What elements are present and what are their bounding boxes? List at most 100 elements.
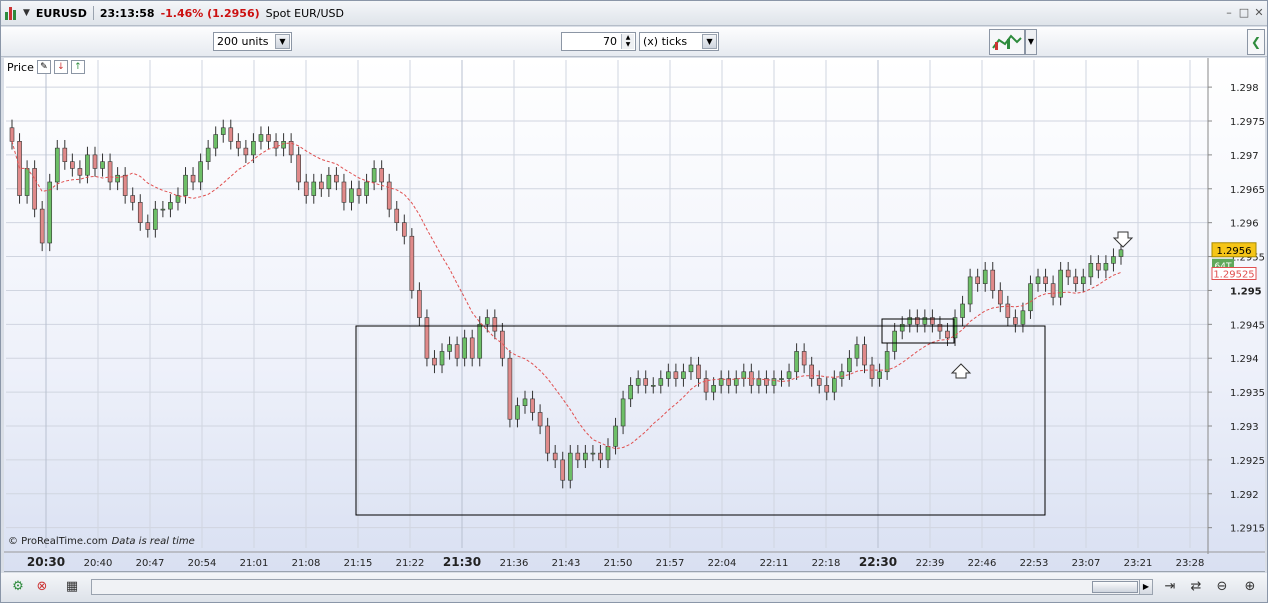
candle-body [1035, 276, 1041, 284]
x-tick-label: 22:53 [1020, 558, 1049, 569]
candle-body [484, 317, 490, 325]
candle-body [492, 317, 498, 332]
toolbar: 200 units ▼ 70 ▲ ▼ (x) ticks ▼ ▼ ❮ [1, 27, 1267, 57]
y-tick-label: 1.2935 [1230, 388, 1265, 399]
fit-screen-icon[interactable]: ⇄ [1187, 578, 1205, 596]
app-window: ▼ EURUSD 23:13:58 -1.46% (1.2956) Spot E… [0, 0, 1268, 603]
ticks-unit-select[interactable]: (x) ticks ▼ [639, 32, 719, 51]
y-tick-label: 1.2945 [1230, 320, 1265, 331]
y-tick-label: 1.293 [1230, 422, 1259, 433]
calculator-icon[interactable]: ▦ [63, 578, 81, 596]
candle-body [515, 405, 520, 420]
bottom-bar: ⚙ ⊗ ▦ ◀ ▶ ⇥ ⇄ ⊖ ⊕ [1, 573, 1267, 602]
y-tick-label: 1.295 [1230, 286, 1262, 297]
candle-body [326, 174, 332, 190]
properties-icon[interactable]: ⊗ [33, 578, 51, 596]
candle-body [303, 181, 309, 196]
candle-body [522, 398, 528, 406]
candle-body [884, 351, 890, 373]
candle-body [145, 222, 151, 230]
candle-body [32, 168, 37, 210]
candle-body [9, 127, 15, 142]
price-chart[interactable]: 1.2981.29751.2971.29651.2961.29551.2951.… [4, 58, 1265, 572]
zoom-out-icon[interactable]: ⊖ [1213, 578, 1231, 596]
candle-body [545, 425, 550, 454]
candle-body [432, 357, 437, 366]
x-tick-label: 21:43 [552, 558, 581, 569]
candle-body [847, 357, 852, 373]
skip-end-icon[interactable]: ⇥ [1161, 578, 1179, 596]
symbol-label[interactable]: EURUSD [36, 7, 87, 20]
candle-body [658, 378, 664, 386]
divider [92, 6, 94, 20]
x-tick-label: 21:36 [500, 558, 529, 569]
candle-body [228, 127, 234, 142]
chevron-down-icon[interactable]: ▼ [702, 34, 717, 49]
x-tick-label: 22:30 [859, 555, 897, 569]
x-tick-label: 22:04 [708, 558, 737, 569]
x-tick-label: 21:08 [292, 558, 321, 569]
panel-toggle-icon[interactable]: ❮ [1247, 29, 1265, 55]
candlestick-icon [5, 6, 17, 20]
arrow-down-icon[interactable]: ↓ [53, 60, 68, 74]
candle-body [1118, 249, 1124, 257]
candle-body [243, 147, 249, 156]
zoom-in-icon[interactable]: ⊕ [1241, 578, 1259, 596]
down-arrow-icon [1112, 231, 1134, 248]
candle-body [137, 202, 143, 223]
chevron-down-icon[interactable]: ▼ [275, 34, 290, 49]
candle-body [54, 147, 60, 183]
candle-body [130, 195, 136, 203]
clock-label: 23:13:58 [99, 6, 155, 20]
chevron-down-icon[interactable]: ▼ [23, 8, 30, 18]
chart-type-button[interactable] [989, 29, 1025, 55]
candle-body [190, 174, 196, 183]
candle-body [583, 452, 588, 461]
y-tick-label: 1.2975 [1230, 117, 1265, 128]
chart-panel[interactable]: 1.298 1.2975 1.297 1.2965 1.296 1.2955 1.295 1.… [4, 58, 1265, 572]
candle-body [213, 134, 218, 149]
candle-body [424, 317, 430, 359]
y-tick-label: 1.297 [1230, 151, 1259, 162]
x-tick-label: 23:07 [1072, 558, 1101, 569]
y-tick-label: 1.2915 [1230, 524, 1265, 535]
candle-body [605, 446, 611, 461]
x-tick-label: 21:01 [240, 558, 269, 569]
x-tick-label: 21:50 [604, 558, 633, 569]
close-icon[interactable]: ✕ [1253, 7, 1265, 19]
horizontal-scrollbar[interactable] [91, 579, 1153, 595]
candle-body [1065, 269, 1071, 278]
candle-body [371, 168, 377, 183]
candle-body [77, 168, 83, 176]
minimize-icon[interactable]: – [1223, 7, 1235, 19]
candle-body [937, 324, 943, 332]
units-select[interactable]: 200 units ▼ [213, 32, 292, 51]
stepper-arrows-icon[interactable]: ▲ ▼ [621, 34, 634, 49]
candle-body [100, 161, 105, 169]
candle-body [892, 330, 897, 352]
scroll-right-icon[interactable]: ▶ [1139, 579, 1153, 595]
chevron-down-icon[interactable]: ▼ [1025, 29, 1037, 55]
candle-body [1111, 256, 1116, 264]
ticks-unit-value: (x) ticks [643, 35, 688, 48]
candle-body [462, 337, 467, 359]
candle-body [982, 269, 988, 284]
maximize-icon[interactable]: □ [1238, 7, 1250, 19]
y-tick-label: 1.2925 [1230, 456, 1265, 467]
x-tick-label: 22:18 [812, 558, 841, 569]
scrollbar-thumb[interactable] [1092, 581, 1138, 593]
wrench-icon[interactable]: ✎ [36, 60, 51, 74]
arrow-up-icon[interactable]: ↑ [70, 60, 85, 74]
price-panel-header: Price ✎ ↓ ↑ [7, 60, 85, 74]
candle-body [1073, 276, 1079, 284]
watermark-text: © ProRealTime.com [8, 536, 108, 547]
candle-body [839, 371, 845, 379]
chart-settings-icon[interactable]: ⚙ [9, 578, 27, 596]
candle-body [967, 276, 973, 305]
candle-body [779, 378, 784, 380]
candle-body [567, 452, 573, 481]
candle-body [205, 147, 211, 162]
candle-body [590, 452, 596, 455]
candle-body [401, 222, 407, 237]
ticks-stepper[interactable]: 70 ▲ ▼ [561, 32, 636, 51]
